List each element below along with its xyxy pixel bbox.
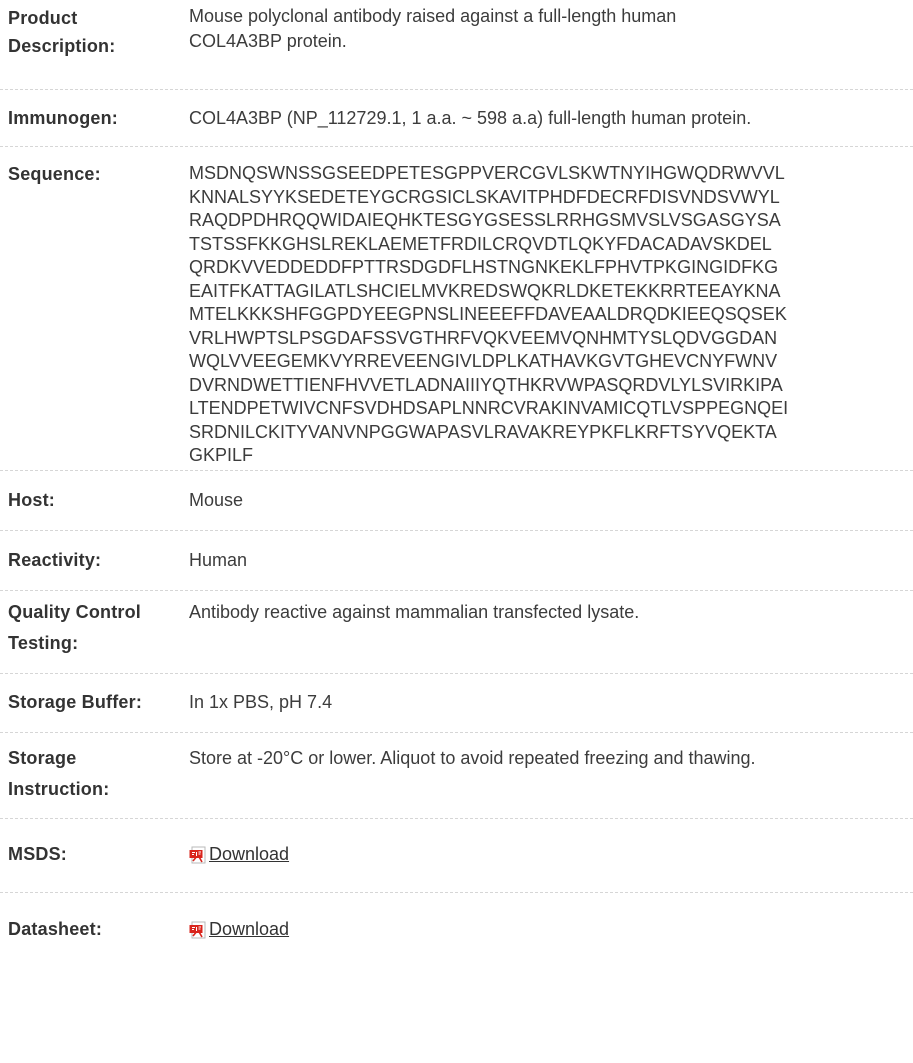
msds-download-link[interactable]: Download [189,841,289,867]
value-reactivity: Human [189,550,248,570]
pdf-icon [189,920,207,939]
value-line: Mouse polyclonal antibody raised against… [189,6,677,26]
value-storage-instruction: Store at -20°C or lower. Aliquot to avoi… [189,748,756,768]
sequence-line: VRLHWPTSLPSGDAFSSVGTHRFVQKVEEMVQNHMTYSLQ… [189,327,778,348]
label-quality-control: Quality Control Testing: [8,597,189,659]
value-quality-control: Antibody reactive against mammalian tran… [189,602,640,622]
sequence-line: WQLVVEEGEMKVYRREVEENGIVLDPLKATHAVKGVTGHE… [189,351,778,371]
pdf-icon [189,845,207,864]
row-host: Host: Mouse [0,471,913,531]
msds-download-label[interactable]: Download [209,841,289,867]
value-product-description: Mouse polyclonal antibody raised against… [189,4,913,54]
value-msds: Download [189,841,913,871]
row-quality-control: Quality Control Testing: Antibody reacti… [0,591,913,674]
product-spec-table: Product Description: Mouse polyclonal an… [0,0,913,1063]
sequence-line: DVRNDWETTIENFHVVETLADNAIIIYQTHKRVWPASQRD… [189,374,783,395]
value-storage-buffer: In 1x PBS, pH 7.4 [189,692,333,712]
row-sequence: Sequence: MSDNQSWNSSGSEEDPETESGPPVERCGVL… [0,147,913,471]
label-product-description: Product Description: [8,4,189,60]
label-msds: MSDS: [8,844,67,864]
label-host: Host: [8,490,55,510]
value-datasheet: Download [189,916,913,946]
sequence-line: KNNALSYYKSEDETEYGCRGSICLSKAVITPHDFDECRFD… [189,186,780,207]
row-storage-instruction: Storage Instruction: Store at -20°C or l… [0,733,913,819]
label-line: Storage [8,748,77,768]
value-host: Mouse [189,490,244,510]
datasheet-download-link[interactable]: Download [189,916,289,942]
sequence-line: EAITFKATTAGILATLSHCIELMVKREDSWQKRLDKETEK… [189,280,781,301]
label-reactivity: Reactivity: [8,550,102,570]
label-line: Testing: [8,633,79,653]
row-product-description: Product Description: Mouse polyclonal an… [0,0,913,90]
row-reactivity: Reactivity: Human [0,531,913,591]
value-sequence: MSDNQSWNSSGSEEDPETESGPPVERCGVLSKWTNYIHGW… [189,162,913,468]
label-sequence: Sequence: [8,164,101,184]
row-msds: MSDS: Download [0,819,913,893]
label-line: Description: [8,36,116,56]
sequence-line: RAQDPDHRQQWIDAIEQHKTESGYGSESSLRRHGSMVSLV… [189,210,781,230]
datasheet-download-label[interactable]: Download [209,916,289,942]
value-line: COL4A3BP protein. [189,31,347,51]
sequence-line: TSTSSFKKGHSLREKLAEMETFRDILCRQVDTLQKYFDAC… [189,233,772,254]
label-immunogen: Immunogen: [8,108,118,128]
sequence-line: LTENDPETWIVCNFSVDHDSAPLNNRCVRAKINVAMICQT… [189,398,789,418]
row-datasheet: Datasheet: Download [0,893,913,963]
label-storage-instruction: Storage Instruction: [8,743,189,805]
label-line: Quality Control [8,602,141,622]
sequence-line: MTELKKKSHFGGPDYEEGPNSLINEEEFFDAVEAALDRQD… [189,304,787,324]
row-immunogen: Immunogen: COL4A3BP (NP_112729.1, 1 a.a.… [0,90,913,147]
sequence-line: MSDNQSWNSSGSEEDPETESGPPVERCGVLSKWTNYIHGW… [189,163,785,183]
row-storage-buffer: Storage Buffer: In 1x PBS, pH 7.4 [0,674,913,733]
sequence-line: SRDNILCKITYVANVNPGGWAPASVLRAVAKREYPKFLKR… [189,421,777,442]
sequence-line: GKPILF [189,445,254,465]
label-datasheet: Datasheet: [8,919,103,939]
label-line: Instruction: [8,779,110,799]
label-line: Product [8,8,78,28]
label-storage-buffer: Storage Buffer: [8,692,143,712]
sequence-line: QRDKVVEDDEDDFPTTRSDGDFLHSTNGNKEKLFPHVTPK… [189,257,779,277]
value-immunogen: COL4A3BP (NP_112729.1, 1 a.a. ~ 598 a.a)… [189,108,752,128]
